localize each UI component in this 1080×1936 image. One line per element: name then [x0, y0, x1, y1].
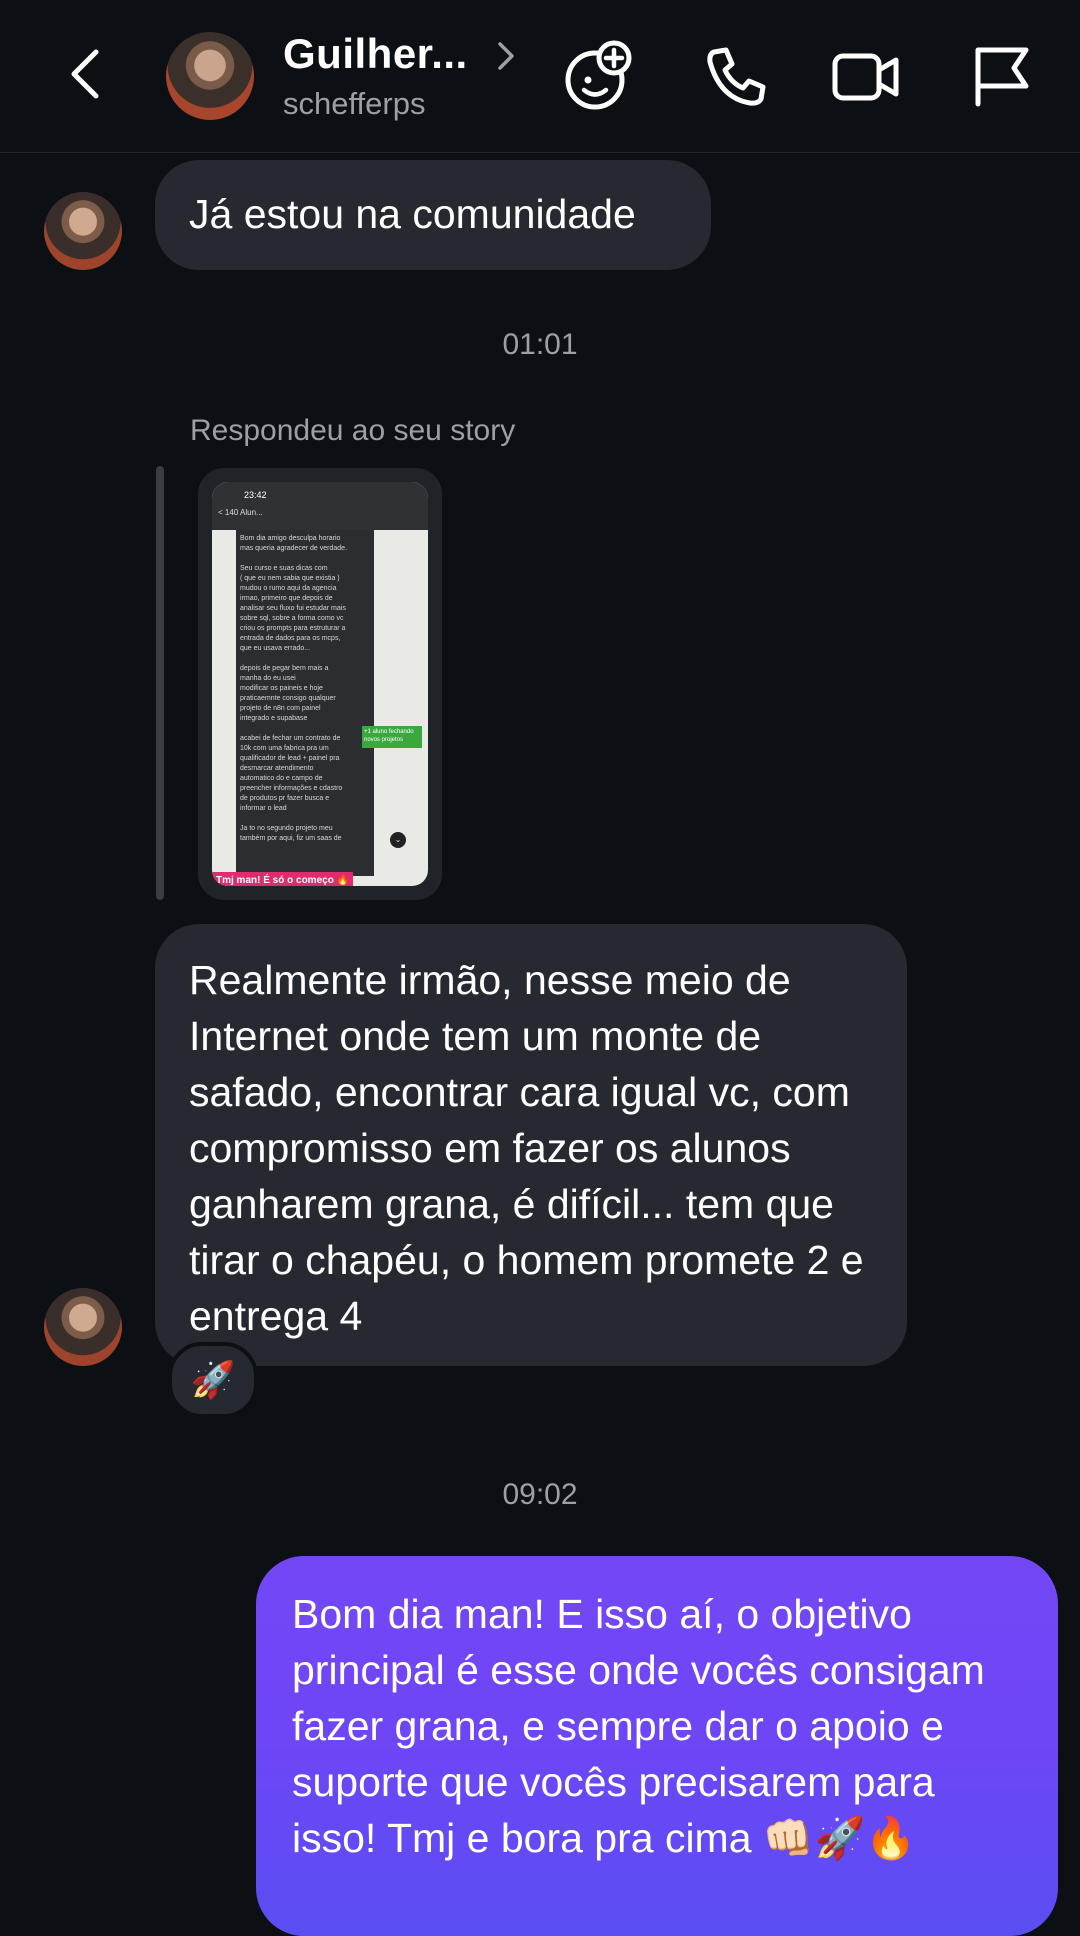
flag-icon[interactable]: [966, 40, 1038, 112]
timestamp: 09:02: [502, 1478, 578, 1511]
story-text-body: Bom dia amigo desculpa horario mas queria…: [236, 530, 374, 876]
phone-icon[interactable]: [700, 40, 772, 112]
timestamp: 01:01: [502, 328, 578, 361]
story-text-line: analisar seu fluxo fui estudar mais: [240, 605, 346, 612]
story-text-line: Ja to no segundo projeto meu: [240, 825, 333, 832]
message-reaction[interactable]: 🚀: [168, 1342, 258, 1418]
story-text-line: [240, 554, 370, 564]
chevron-right-icon[interactable]: [494, 36, 518, 76]
story-text-line: Seu curso e suas dicas com: [240, 565, 328, 572]
story-text-line: projeto de n8n com painel: [240, 705, 321, 712]
story-text-line: de produtos pr fazer busca e: [240, 795, 330, 802]
story-text-line: preencher informações e cdastro: [240, 785, 343, 792]
story-text-line: informar o lead: [240, 805, 287, 812]
story-text-line: manha do eu usei: [240, 675, 296, 682]
story-text-line: 10k com uma fabrica pra um: [240, 745, 329, 752]
story-text-line: também por aqui, fiz um saas de: [240, 835, 342, 842]
story-text-line: [240, 724, 370, 734]
story-text-line: [240, 814, 370, 824]
story-text-line: mas queria agradecer de verdade.: [240, 545, 348, 552]
story-time: 23:42: [244, 490, 267, 500]
story-text-line: praticaemnte consigo qualquer: [240, 695, 336, 702]
story-green-sticker: +1 aluno fechando novos projetos: [362, 726, 422, 748]
chevron-down-icon: ⌄: [390, 832, 406, 848]
story-reply-label: Respondeu ao seu story: [190, 414, 516, 447]
story-text-line: entrada de dados para os mcps,: [240, 635, 341, 642]
story-status-bar: 23:42 < 140 Alun...: [212, 482, 428, 530]
story-pink-sticker: Tmj man! É só o começo 🔥: [212, 872, 354, 886]
outgoing-message[interactable]: Bom dia man! E isso aí, o objetivo princ…: [256, 1556, 1058, 1936]
story-nav: < 140 Alun...: [218, 508, 263, 517]
story-text-line: irmao, primeiro que depois de: [240, 595, 333, 602]
incoming-message[interactable]: Realmente irmão, nesse meio de Internet …: [155, 924, 907, 1366]
contact-avatar[interactable]: [166, 32, 254, 120]
contact-avatar-small[interactable]: [44, 1288, 122, 1366]
story-text-line: modificar os paineis e hoje: [240, 685, 323, 692]
back-arrow-icon[interactable]: [60, 44, 120, 104]
story-text-line: que eu usava errado...: [240, 645, 311, 652]
contact-username[interactable]: schefferps: [283, 86, 425, 122]
chat-header: Guilher... schefferps: [0, 0, 1080, 153]
face-plus-icon[interactable]: [562, 40, 634, 112]
story-text-line: desmarcar atendimento: [240, 765, 314, 772]
contact-name[interactable]: Guilher...: [283, 30, 468, 78]
story-text-line: Bom dia amigo desculpa horario: [240, 535, 341, 542]
story-text-line: integrado e supabase: [240, 715, 308, 722]
story-thumbnail[interactable]: 23:42 < 140 Alun... Bom dia amigo descul…: [198, 468, 442, 900]
story-text-line: criou os prompts para estruturar a: [240, 625, 346, 632]
story-text-line: sobre sql, sobre a forma como vc: [240, 615, 344, 622]
story-text-line: ( que eu nem sabia que existia ): [240, 575, 340, 582]
story-reply-bar: [156, 466, 164, 900]
story-text-line: qualificador de lead + painel pra: [240, 755, 340, 762]
story-text-line: acabei de fechar um contrato de: [240, 735, 341, 742]
story-text-line: automatico do e campo de: [240, 775, 323, 782]
story-text-line: mudou o rumo aqui da agencia: [240, 585, 337, 592]
incoming-message[interactable]: Já estou na comunidade: [155, 160, 711, 270]
story-screenshot: 23:42 < 140 Alun... Bom dia amigo descul…: [212, 482, 428, 886]
story-text-line: [240, 654, 370, 664]
video-camera-icon[interactable]: [830, 40, 902, 112]
story-text-line: depois de pegar bem mais a: [240, 665, 329, 672]
contact-avatar-small[interactable]: [44, 192, 122, 270]
